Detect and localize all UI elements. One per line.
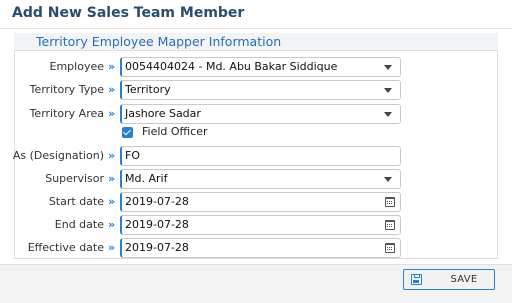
effective-date-label: Effective date [27,241,104,254]
save-button[interactable]: SAVE [403,269,495,290]
end-date-input[interactable]: 2019-07-28 [120,215,401,235]
chevron-down-icon [384,177,392,182]
territory-type-value: Territory [125,83,171,96]
end-date-value: 2019-07-28 [125,218,189,231]
calendar-icon[interactable] [385,220,395,230]
territory-area-label: Territory Area [29,107,104,120]
employee-label: Employee [49,60,104,73]
modal-title: Add New Sales Team Member [12,5,245,21]
arrow-icon: » [108,241,116,254]
supervisor-label: Supervisor [45,172,104,185]
calendar-icon[interactable] [385,243,395,253]
arrow-icon: » [108,172,116,185]
chevron-down-icon [384,65,392,70]
arrow-icon: » [108,83,116,96]
end-date-label: End date [54,218,104,231]
arrow-icon: » [108,149,116,162]
floppy-disk-icon [411,274,422,285]
arrow-icon: » [108,195,116,208]
territory-type-label: Territory Type [29,83,104,96]
designation-input[interactable]: FO [120,146,401,166]
arrow-icon: » [108,107,116,120]
start-date-value: 2019-07-28 [125,195,189,208]
section-title: Territory Employee Mapper Information [36,34,282,49]
territory-area-select[interactable]: Jashore Sadar [120,104,401,124]
chevron-down-icon [384,112,392,117]
effective-date-input[interactable]: 2019-07-28 [120,238,401,258]
save-button-label: SAVE [450,274,478,285]
employee-value: 0054404024 - Md. Abu Bakar Siddique [125,60,338,73]
field-officer-checkbox[interactable] [122,127,133,138]
field-officer-label: Field Officer [142,125,208,138]
calendar-icon[interactable] [385,197,395,207]
start-date-input[interactable]: 2019-07-28 [120,192,401,212]
arrow-icon: » [108,60,116,73]
start-date-label: Start date [48,195,104,208]
designation-value: FO [125,149,140,162]
supervisor-select[interactable]: Md. Arif [120,169,401,189]
employee-select[interactable]: 0054404024 - Md. Abu Bakar Siddique [120,57,401,77]
arrow-icon: » [108,218,116,231]
territory-area-value: Jashore Sadar [125,107,201,120]
designation-label: As (Designation) [12,149,104,162]
territory-type-select[interactable]: Territory [120,80,401,100]
effective-date-value: 2019-07-28 [125,241,189,254]
supervisor-value: Md. Arif [125,172,168,185]
chevron-down-icon [384,88,392,93]
title-divider [0,28,512,29]
